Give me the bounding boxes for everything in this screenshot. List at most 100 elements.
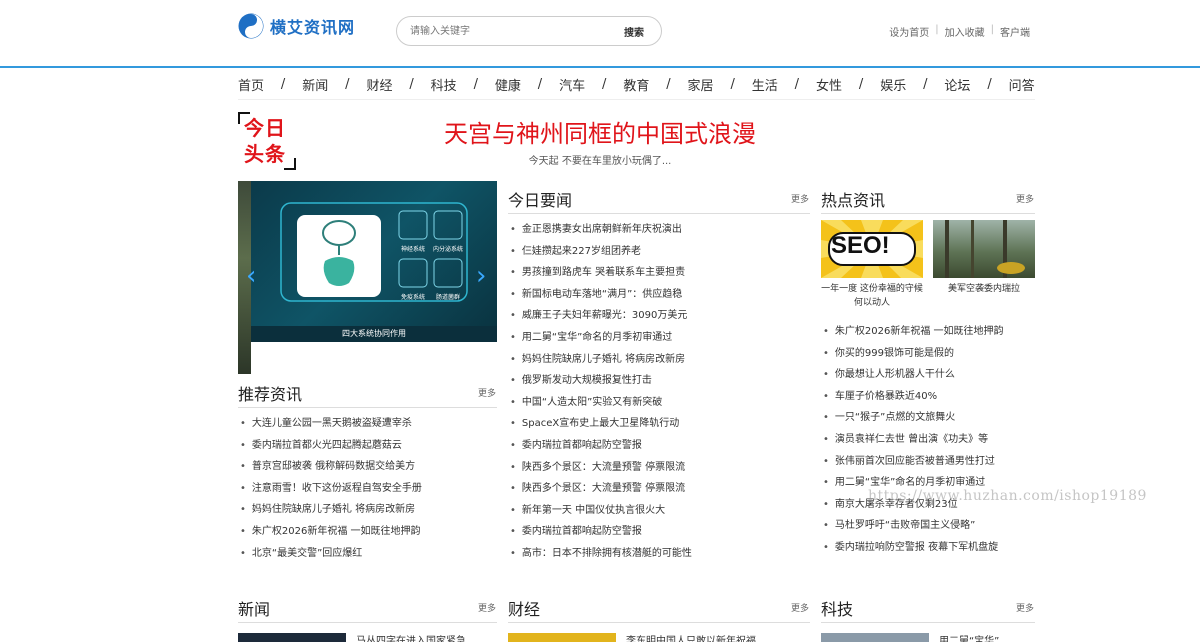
nav-separator: /	[858, 77, 864, 92]
nav-item[interactable]: 女性	[816, 75, 842, 94]
recommend-item[interactable]: 委内瑞拉首都火光四起腾起蘑菇云	[238, 435, 497, 457]
nav-item[interactable]: 问答	[1009, 75, 1035, 94]
nav-item[interactable]: 首页	[238, 75, 264, 94]
nav-item[interactable]: 教育	[623, 75, 649, 94]
hot-more-link[interactable]: 更多	[1016, 192, 1034, 205]
today-news-item[interactable]: 高市：日本不排除拥有核潜艇的可能性	[508, 543, 810, 565]
hot-news-item[interactable]: 一只“猴子”点燃的文旅舞火	[821, 407, 1035, 429]
today-news-item[interactable]: 新国标电动车落地“满月”：供应趋稳	[508, 284, 810, 306]
nav-separator: /	[280, 77, 286, 92]
nav-item[interactable]: 论坛	[944, 75, 970, 94]
search-input[interactable]	[410, 18, 610, 44]
nav-separator: /	[473, 77, 478, 92]
hot-news-item[interactable]: 委内瑞拉响防空警报 夜幕下军机盘旋	[821, 537, 1035, 559]
recommend-item[interactable]: 普京宫邸被袭 俄称解码数据交给美方	[238, 456, 497, 478]
add-favorite-link[interactable]: 加入收藏	[945, 24, 985, 39]
system-label: 神经系统	[401, 245, 425, 253]
hot-news-item[interactable]: 张伟丽首次回应能否被普通男性打过	[821, 451, 1035, 473]
today-more-link[interactable]: 更多	[791, 192, 809, 205]
recommend-title: 推荐资讯	[238, 385, 303, 404]
hot-thumb-2[interactable]	[933, 220, 1035, 278]
carousel-prev-icon[interactable]: ‹	[246, 261, 256, 291]
news-teaser[interactable]: 马丛四字在进入国家紧急	[356, 632, 466, 642]
news-more-link[interactable]: 更多	[478, 601, 496, 614]
today-news-item[interactable]: 男孩撞到路虎车 哭着联系车主要担责	[508, 262, 810, 284]
carousel-image[interactable]: 神经系统 内分泌系统 免疫系统 肠道菌群	[251, 181, 497, 326]
tech-teaser[interactable]: 用二舅“宝华”	[939, 632, 999, 642]
tech-section-title: 科技	[821, 600, 854, 619]
today-news-item[interactable]: 中国“人造太阳”实验又有新突破	[508, 392, 810, 414]
recommend-more-link[interactable]: 更多	[478, 386, 496, 399]
recommend-item[interactable]: 朱广权2026新年祝福 一如既往地押韵	[238, 521, 497, 543]
nav-item[interactable]: 新闻	[302, 75, 328, 94]
today-news-item[interactable]: 新年第一天 中国仪仗执言很火大	[508, 500, 810, 522]
toutiao-logo: 今日 头条	[238, 112, 296, 170]
hot-thumb-1[interactable]: SEO!	[821, 220, 923, 278]
nav-separator: /	[409, 77, 414, 92]
hot-news-item[interactable]: 演员袁祥仁去世 曾出演《功夫》等	[821, 429, 1035, 451]
recommend-item[interactable]: 大连儿童公园一黑天鹅被盗疑遭宰杀	[238, 413, 497, 435]
hot-news-item[interactable]: 你买的999银饰可能是假的	[821, 343, 1035, 365]
hot-news-item[interactable]: 车厘子价格暴跌近40%	[821, 386, 1035, 408]
today-news-item[interactable]: 委内瑞拉首都响起防空警报	[508, 521, 810, 543]
divider: |	[935, 24, 939, 35]
divider	[508, 622, 810, 623]
today-news-item[interactable]: 妈妈住院缺席儿子婚礼 将病房改新房	[508, 349, 810, 371]
news-thumb[interactable]	[238, 633, 346, 642]
nav-separator: /	[537, 77, 543, 92]
system-label: 内分泌系统	[433, 245, 463, 253]
toutiao-logo-line1: 今日	[244, 116, 286, 140]
recommend-item[interactable]: 北京“最美交警”回应爆红	[238, 543, 497, 565]
today-news-item[interactable]: 金正恩携妻女出席朝鲜新年庆祝演出	[508, 219, 810, 241]
today-news-item[interactable]: 陕西多个景区：大流量预警 停票限流	[508, 457, 810, 479]
nav-separator: /	[987, 77, 992, 92]
headline-title[interactable]: 天宫与神州同框的中国式浪漫	[300, 114, 900, 149]
divider	[508, 213, 810, 214]
nav-item[interactable]: 财经	[366, 75, 392, 94]
nav-separator: /	[923, 77, 928, 92]
image-carousel[interactable]: 神经系统 内分泌系统 免疫系统 肠道菌群 四大系统协同作用 ‹ ›	[238, 181, 497, 374]
divider: |	[990, 24, 994, 35]
today-news-item[interactable]: 仨娃攒起来227岁组团养老	[508, 241, 810, 263]
divider	[821, 213, 1035, 214]
set-homepage-link[interactable]: 设为首页	[889, 24, 929, 39]
nav-separator: /	[345, 77, 350, 92]
hot-news-item[interactable]: 你最想让人形机器人干什么	[821, 364, 1035, 386]
finance-section-title: 财经	[508, 600, 541, 619]
site-logo[interactable]: 横艾资讯网	[238, 13, 355, 39]
tech-more-link[interactable]: 更多	[1016, 601, 1034, 614]
headline-subtitle[interactable]: 今天起 不要在车里放小玩偶了...	[300, 152, 900, 167]
hot-thumb-2-caption[interactable]: 美军空袭委内瑞拉	[933, 282, 1035, 296]
finance-more-link[interactable]: 更多	[791, 601, 809, 614]
divider	[238, 407, 497, 408]
today-news-item[interactable]: 陕西多个景区：大流量预警 停票限流	[508, 478, 810, 500]
nav-item[interactable]: 娱乐	[880, 75, 906, 94]
today-news-item[interactable]: 委内瑞拉首都响起防空警报	[508, 435, 810, 457]
nav-item[interactable]: 生活	[752, 75, 778, 94]
recommend-list: 大连儿童公园一黑天鹅被盗疑遭宰杀委内瑞拉首都火光四起腾起蘑菇云普京宫邸被袭 俄称…	[238, 413, 497, 564]
hot-title: 热点资讯	[821, 191, 886, 210]
hot-list: 朱广权2026新年祝福 一如既往地押韵你买的999银饰可能是假的你最想让人形机器…	[821, 321, 1035, 559]
hot-thumb-1-caption[interactable]: 一年一度 这份幸福的守候何以动人	[821, 282, 923, 310]
nav-item[interactable]: 健康	[495, 75, 521, 94]
client-link[interactable]: 客户端	[1000, 24, 1030, 39]
finance-teaser[interactable]: 李东明中国人只敢以新年祝福	[626, 632, 756, 642]
hot-news-item[interactable]: 马杜罗呼吁“击败帝国主义侵略”	[821, 515, 1035, 537]
carousel-caption: 四大系统协同作用	[251, 326, 497, 342]
hot-news-item[interactable]: 朱广权2026新年祝福 一如既往地押韵	[821, 321, 1035, 343]
finance-thumb[interactable]	[508, 633, 616, 642]
today-news-item[interactable]: 俄罗斯发动大规模报复性打击	[508, 370, 810, 392]
today-news-item[interactable]: SpaceX宣布史上最大卫星降轨行动	[508, 413, 810, 435]
recommend-item[interactable]: 注意雨雪！收下这份返程自驾安全手册	[238, 478, 497, 500]
carousel-next-icon[interactable]: ›	[476, 261, 486, 291]
recommend-item[interactable]: 妈妈住院缺席儿子婚礼 将病房改新房	[238, 499, 497, 521]
nav-item[interactable]: 汽车	[559, 75, 585, 94]
today-news-item[interactable]: 用二舅“宝华”命名的月季初审通过	[508, 327, 810, 349]
nav-item[interactable]: 科技	[431, 75, 457, 94]
search-button[interactable]: 搜索	[624, 24, 644, 39]
today-list: 金正恩携妻女出席朝鲜新年庆祝演出仨娃攒起来227岁组团养老男孩撞到路虎车 哭着联…	[508, 219, 810, 565]
forest-thumbnail	[945, 220, 1025, 278]
today-news-item[interactable]: 威廉王子夫妇年薪曝光：3090万美元	[508, 305, 810, 327]
nav-item[interactable]: 家居	[688, 75, 714, 94]
tech-thumb[interactable]	[821, 633, 929, 642]
